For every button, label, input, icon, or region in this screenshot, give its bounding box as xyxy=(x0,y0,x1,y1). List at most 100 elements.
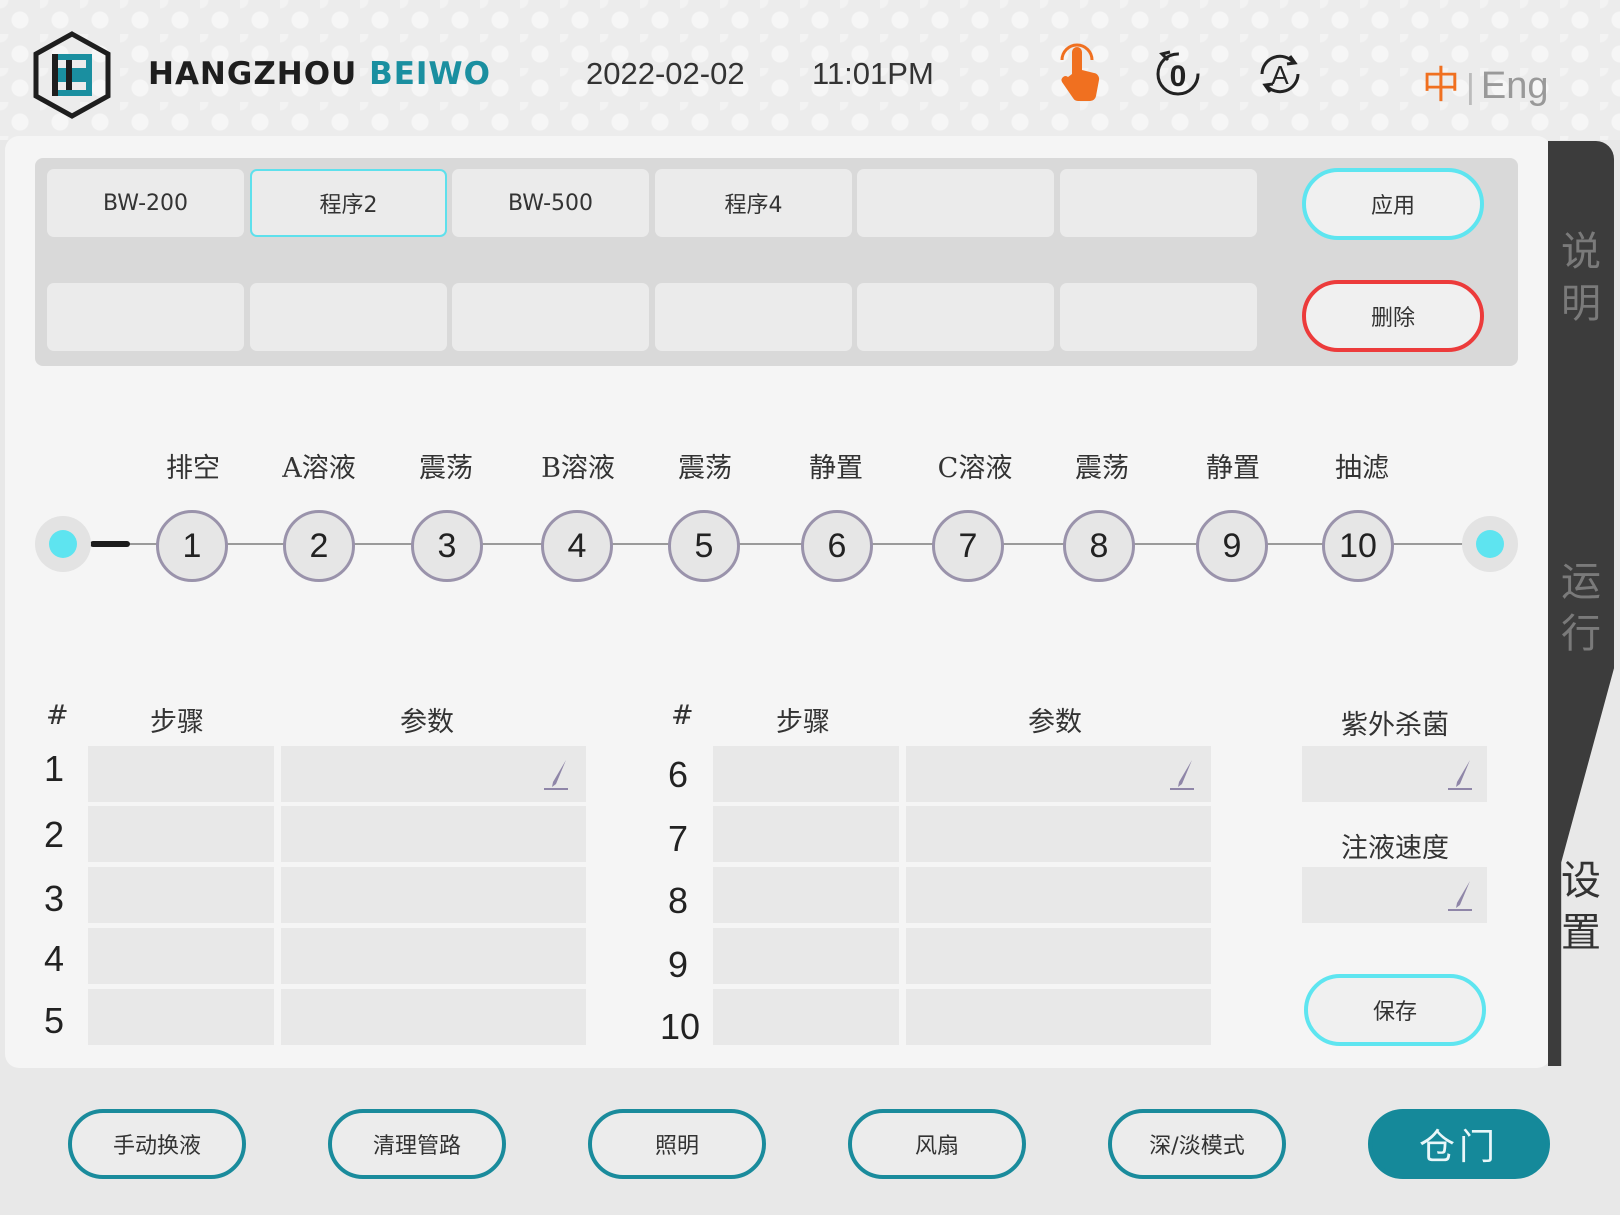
row-number: 3 xyxy=(43,878,65,919)
step-cell[interactable] xyxy=(88,928,274,984)
param-cell[interactable] xyxy=(906,746,1211,802)
flow-start-point xyxy=(35,516,91,572)
program-slot[interactable] xyxy=(857,169,1054,237)
step-cell[interactable] xyxy=(713,867,899,923)
dark-light-mode-button[interactable]: 深/淡模式 xyxy=(1108,1109,1286,1179)
language-switch[interactable]: 中 | Eng xyxy=(1422,54,1548,109)
step-label: C溶液 xyxy=(937,453,1013,484)
svg-text:0: 0 xyxy=(1170,60,1187,93)
lighting-button[interactable]: 照明 xyxy=(588,1109,766,1179)
clean-pipeline-button[interactable]: 清理管路 xyxy=(328,1109,506,1179)
tab-instructions[interactable]: 说 明 xyxy=(1557,226,1605,330)
step-cell[interactable] xyxy=(88,867,274,923)
param-cell[interactable] xyxy=(281,989,586,1045)
program-slot[interactable] xyxy=(1060,169,1257,237)
program-slot[interactable] xyxy=(857,283,1054,351)
edit-pencil-icon[interactable] xyxy=(1168,758,1198,792)
param-cell[interactable] xyxy=(906,806,1211,862)
uv-sterilize-label: 紫外杀菌 xyxy=(1341,710,1449,741)
step-node[interactable]: 4 xyxy=(541,510,613,582)
svg-text:A: A xyxy=(1271,60,1289,90)
edit-pencil-icon[interactable] xyxy=(1446,879,1476,913)
touch-icon[interactable] xyxy=(1052,42,1108,104)
program-slot-selected[interactable]: 程序2 xyxy=(250,169,447,237)
edit-pencil-icon[interactable] xyxy=(1446,758,1476,792)
tab-run-label: 运 行 xyxy=(1561,559,1601,657)
program-slot[interactable] xyxy=(655,283,852,351)
auto-mode-icon[interactable]: A xyxy=(1252,42,1308,104)
step-cell[interactable] xyxy=(88,746,274,802)
program-slot[interactable] xyxy=(1060,283,1257,351)
flow-end-point xyxy=(1462,516,1518,572)
param-cell[interactable] xyxy=(281,928,586,984)
program-slot[interactable] xyxy=(47,283,244,351)
step-node[interactable]: 9 xyxy=(1196,510,1268,582)
reset-counter-icon[interactable]: 0 xyxy=(1150,42,1206,104)
time-display: 11:01PM xyxy=(812,56,934,91)
step-node[interactable]: 2 xyxy=(283,510,355,582)
row-number: 9 xyxy=(667,944,689,985)
step-label: 震荡 xyxy=(1075,453,1129,484)
right-step-header: 步骤 xyxy=(776,707,830,738)
tab-settings[interactable]: 设 置 xyxy=(1557,855,1605,959)
left-hash-header: # xyxy=(46,700,69,731)
program-slot[interactable] xyxy=(250,283,447,351)
step-node[interactable]: 6 xyxy=(801,510,873,582)
tab-settings-label: 设 置 xyxy=(1561,858,1601,956)
step-label: B溶液 xyxy=(541,453,615,484)
row-number: 6 xyxy=(667,754,689,795)
param-cell[interactable] xyxy=(281,806,586,862)
row-number: 7 xyxy=(667,818,689,859)
lang-chinese[interactable]: 中 xyxy=(1422,65,1460,107)
step-node[interactable]: 7 xyxy=(932,510,1004,582)
step-cell[interactable] xyxy=(713,928,899,984)
program-slot[interactable]: BW-500 xyxy=(452,169,649,237)
chamber-door-button[interactable]: 仓门 xyxy=(1368,1109,1550,1179)
brand-accent: BEIWO xyxy=(369,56,491,92)
step-node[interactable]: 5 xyxy=(668,510,740,582)
delete-button[interactable]: 删除 xyxy=(1302,280,1484,352)
right-param-header: 参数 xyxy=(1028,707,1082,738)
beiwo-logo xyxy=(33,31,111,119)
brand-name: HANGZHOU BEIWO xyxy=(148,56,491,92)
row-number: 4 xyxy=(43,938,65,979)
step-node[interactable]: 8 xyxy=(1063,510,1135,582)
edit-pencil-icon[interactable] xyxy=(542,758,572,792)
fan-button[interactable]: 风扇 xyxy=(848,1109,1026,1179)
step-cell[interactable] xyxy=(88,989,274,1045)
program-slot[interactable]: BW-200 xyxy=(47,169,244,237)
step-label: 震荡 xyxy=(678,453,732,484)
manual-fluid-change-button[interactable]: 手动换液 xyxy=(68,1109,246,1179)
lang-english[interactable]: Eng xyxy=(1481,65,1549,107)
row-number: 8 xyxy=(667,880,689,921)
row-number: 5 xyxy=(43,1000,65,1041)
program-slot[interactable]: 程序4 xyxy=(655,169,852,237)
param-cell[interactable] xyxy=(281,746,586,802)
row-number: 10 xyxy=(660,1006,701,1047)
step-node[interactable]: 3 xyxy=(411,510,483,582)
lang-separator: | xyxy=(1466,68,1475,106)
step-label: 排空 xyxy=(166,453,220,484)
param-cell[interactable] xyxy=(906,989,1211,1045)
save-button[interactable]: 保存 xyxy=(1304,974,1486,1046)
step-label: 静置 xyxy=(1206,453,1260,484)
right-hash-header: # xyxy=(671,700,694,731)
left-param-header: 参数 xyxy=(400,707,454,738)
apply-button[interactable]: 应用 xyxy=(1302,168,1484,240)
brand-main: HANGZHOU xyxy=(148,56,358,92)
step-cell[interactable] xyxy=(713,746,899,802)
step-cell[interactable] xyxy=(88,806,274,862)
tab-instructions-label: 说 明 xyxy=(1561,229,1601,327)
program-slot[interactable] xyxy=(452,283,649,351)
step-cell[interactable] xyxy=(713,989,899,1045)
step-node[interactable]: 10 xyxy=(1322,510,1394,582)
step-label: 震荡 xyxy=(419,453,473,484)
step-node[interactable]: 1 xyxy=(156,510,228,582)
param-cell[interactable] xyxy=(281,867,586,923)
step-label: 静置 xyxy=(809,453,863,484)
step-cell[interactable] xyxy=(713,806,899,862)
left-step-header: 步骤 xyxy=(150,707,204,738)
tab-run[interactable]: 运 行 xyxy=(1557,556,1605,660)
param-cell[interactable] xyxy=(906,867,1211,923)
param-cell[interactable] xyxy=(906,928,1211,984)
